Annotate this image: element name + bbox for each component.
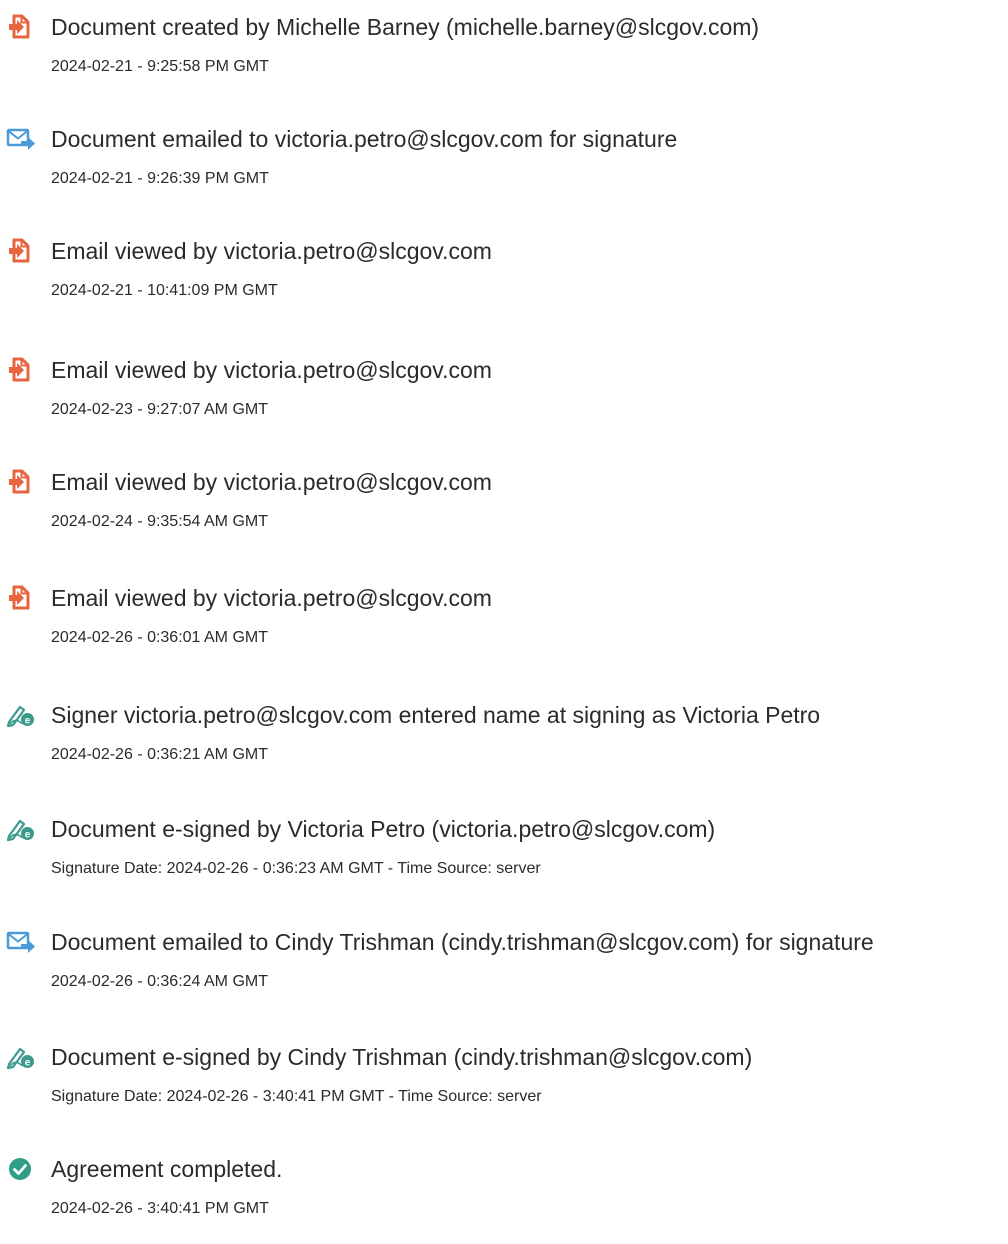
audit-event: Email viewed by victoria.petro@slcgov.co…: [0, 236, 1008, 326]
audit-event: Email viewed by victoria.petro@slcgov.co…: [0, 583, 1008, 673]
event-timestamp: 2024-02-21 - 9:26:39 PM GMT: [51, 170, 269, 187]
event-timestamp: 2024-02-21 - 9:25:58 PM GMT: [51, 58, 269, 75]
document-viewed-icon: [6, 238, 36, 264]
email-sent-icon: [6, 929, 36, 955]
event-title: Document e-signed by Victoria Petro (vic…: [51, 816, 716, 842]
document-viewed-icon: [6, 585, 36, 611]
audit-event: Document emailed to Cindy Trishman (cind…: [0, 927, 1008, 1017]
check-circle-icon: [6, 1156, 36, 1182]
event-timestamp: Signature Date: 2024-02-26 - 0:36:23 AM …: [51, 860, 541, 877]
event-timestamp: 2024-02-23 - 9:27:07 AM GMT: [51, 401, 268, 418]
document-viewed-icon: [6, 469, 36, 495]
event-title: Signer victoria.petro@slcgov.com entered…: [51, 702, 821, 728]
event-timestamp: 2024-02-26 - 0:36:24 AM GMT: [51, 973, 268, 990]
audit-event: Agreement completed. 2024-02-26 - 3:40:4…: [0, 1154, 1008, 1244]
event-timestamp: 2024-02-26 - 0:36:21 AM GMT: [51, 746, 268, 763]
event-title: Email viewed by victoria.petro@slcgov.co…: [51, 238, 492, 264]
e-sign-icon: e: [6, 816, 36, 842]
svg-text:e: e: [25, 716, 31, 727]
email-sent-icon: [6, 126, 36, 152]
svg-text:e: e: [25, 1058, 31, 1069]
audit-event: Email viewed by victoria.petro@slcgov.co…: [0, 355, 1008, 445]
audit-event: Document created by Michelle Barney (mic…: [0, 12, 1008, 102]
e-sign-icon: e: [6, 1044, 36, 1070]
event-timestamp: 2024-02-24 - 9:35:54 AM GMT: [51, 513, 268, 530]
event-title: Document created by Michelle Barney (mic…: [51, 14, 760, 40]
e-sign-icon: e: [6, 702, 36, 728]
event-title: Email viewed by victoria.petro@slcgov.co…: [51, 357, 492, 383]
event-title: Agreement completed.: [51, 1156, 283, 1182]
event-title: Document emailed to victoria.petro@slcgo…: [51, 126, 678, 152]
audit-event-list: Document created by Michelle Barney (mic…: [0, 0, 1008, 1228]
document-viewed-icon: [6, 357, 36, 383]
event-timestamp: 2024-02-21 - 10:41:09 PM GMT: [51, 282, 278, 299]
event-timestamp: 2024-02-26 - 0:36:01 AM GMT: [51, 629, 268, 646]
audit-event: e Signer victoria.petro@slcgov.com enter…: [0, 700, 1008, 790]
document-created-icon: [6, 14, 36, 40]
event-timestamp: Signature Date: 2024-02-26 - 3:40:41 PM …: [51, 1088, 542, 1105]
audit-event: Document emailed to victoria.petro@slcgo…: [0, 124, 1008, 214]
event-title: Email viewed by victoria.petro@slcgov.co…: [51, 585, 492, 611]
event-title: Document emailed to Cindy Trishman (cind…: [51, 929, 874, 955]
audit-event: Email viewed by victoria.petro@slcgov.co…: [0, 467, 1008, 557]
event-title: Document e-signed by Cindy Trishman (cin…: [51, 1044, 753, 1070]
svg-text:e: e: [25, 830, 31, 841]
event-title: Email viewed by victoria.petro@slcgov.co…: [51, 469, 492, 495]
audit-event: e Document e-signed by Victoria Petro (v…: [0, 814, 1008, 904]
event-timestamp: 2024-02-26 - 3:40:41 PM GMT: [51, 1200, 269, 1217]
audit-event: e Document e-signed by Cindy Trishman (c…: [0, 1042, 1008, 1132]
